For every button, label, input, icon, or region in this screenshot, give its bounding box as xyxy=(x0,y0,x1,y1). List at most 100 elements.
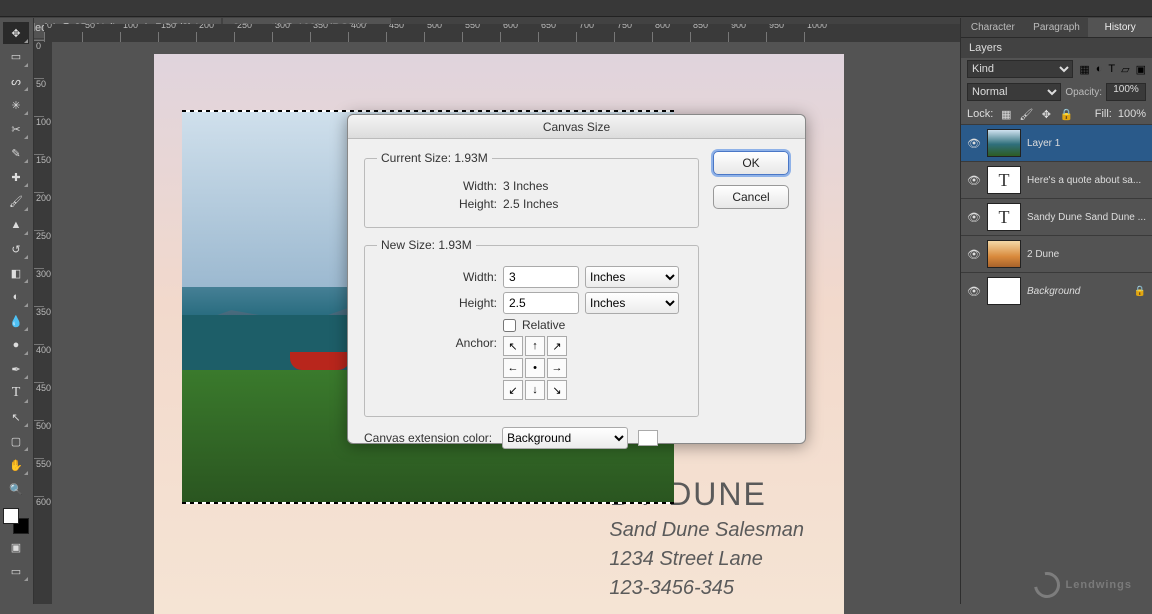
quickmask-toggle[interactable]: ▣ xyxy=(3,536,29,558)
eraser-tool[interactable]: ◧ xyxy=(3,262,29,284)
visibility-icon[interactable]: 👁 xyxy=(967,211,981,224)
tab-character[interactable]: Character xyxy=(961,18,1025,37)
extension-color-swatch[interactable] xyxy=(638,430,658,446)
watermark-text: Lendwings xyxy=(1066,579,1132,591)
anchor-se[interactable]: ↘ xyxy=(547,380,567,400)
path-tool[interactable]: ↖ xyxy=(3,406,29,428)
layer-row[interactable]: 👁 2 Dune xyxy=(961,235,1152,272)
healing-tool[interactable]: ✚ xyxy=(3,166,29,188)
new-width-input[interactable] xyxy=(503,266,579,288)
lock-pixels-icon[interactable]: 🖌 xyxy=(1019,107,1033,121)
height-unit-select[interactable]: Inches xyxy=(585,292,679,314)
blend-mode-select[interactable]: Normal xyxy=(967,83,1061,101)
ruler-horizontal: 0501001502002503003504004505005506006507… xyxy=(44,24,960,42)
dodge-tool[interactable]: ● xyxy=(3,334,29,356)
layer-row[interactable]: 👁 T Here's a quote about sa... xyxy=(961,161,1152,198)
layer-thumb[interactable]: T xyxy=(987,166,1021,194)
layer-row[interactable]: 👁 Layer 1 xyxy=(961,124,1152,161)
selection-marquee xyxy=(182,502,674,504)
hand-tool[interactable]: ✋ xyxy=(3,454,29,476)
pen-tool[interactable]: ✒ xyxy=(3,358,29,380)
relative-checkbox[interactable] xyxy=(503,319,516,332)
anchor-s[interactable]: ↓ xyxy=(525,380,545,400)
tools-panel: ✥ ▭ ᔕ ✳ ✂ ✎ ✚ 🖌 ▲ ↺ ◧ ◐ 💧 ● ✒ T ↖ ▢ ✋ 🔍 … xyxy=(0,18,34,604)
layer-thumb[interactable]: T xyxy=(987,203,1021,231)
layer-thumb[interactable] xyxy=(987,277,1021,305)
anchor-sw[interactable]: ↙ xyxy=(503,380,523,400)
layer-name[interactable]: Background xyxy=(1027,286,1128,297)
anchor-ne[interactable]: ↗ xyxy=(547,336,567,356)
stamp-tool[interactable]: ▲ xyxy=(3,214,29,236)
layers-panel-title[interactable]: Layers xyxy=(961,37,1152,58)
extension-color-select[interactable]: Background xyxy=(502,427,628,449)
lock-trans-icon[interactable]: ▦ xyxy=(999,107,1013,121)
visibility-icon[interactable]: 👁 xyxy=(967,285,981,298)
crop-tool[interactable]: ✂ xyxy=(3,118,29,140)
anchor-label: Anchor: xyxy=(377,336,497,350)
card-address: 1234 Street Lane xyxy=(609,548,804,571)
layer-filter-kind[interactable]: Kind xyxy=(967,60,1073,78)
cur-height-label: Height: xyxy=(377,197,497,211)
zoom-tool[interactable]: 🔍 xyxy=(3,478,29,500)
width-unit-select[interactable]: Inches xyxy=(585,266,679,288)
tab-history[interactable]: History xyxy=(1088,18,1152,37)
fill-value[interactable]: 100% xyxy=(1118,108,1146,120)
gradient-tool[interactable]: ◐ xyxy=(3,286,29,308)
layer-row[interactable]: 👁 Background 🔒 xyxy=(961,272,1152,309)
screenmode-toggle[interactable]: ▭ xyxy=(3,560,29,582)
visibility-icon[interactable]: 👁 xyxy=(967,174,981,187)
layer-name[interactable]: Layer 1 xyxy=(1027,138,1146,149)
fg-color-swatch[interactable] xyxy=(3,508,19,524)
cancel-button[interactable]: Cancel xyxy=(713,185,789,209)
brush-tool[interactable]: 🖌 xyxy=(3,190,29,212)
lock-label: Lock: xyxy=(967,108,993,120)
opacity-value[interactable]: 100% xyxy=(1106,83,1146,101)
layer-name[interactable]: Here's a quote about sa... xyxy=(1027,175,1146,186)
fill-label: Fill: xyxy=(1095,108,1112,120)
layer-row[interactable]: 👁 T Sandy Dune Sand Dune ... xyxy=(961,198,1152,235)
ok-button[interactable]: OK xyxy=(713,151,789,175)
selection-marquee xyxy=(182,110,674,112)
layer-thumb[interactable] xyxy=(987,129,1021,157)
current-size-legend: Current Size: 1.93M xyxy=(377,151,492,165)
current-size-group: Current Size: 1.93M Width:3 Inches Heigh… xyxy=(364,151,699,228)
anchor-w[interactable]: ← xyxy=(503,358,523,378)
layer-thumb[interactable] xyxy=(987,240,1021,268)
options-bar xyxy=(0,0,1152,17)
anchor-c[interactable]: • xyxy=(525,358,545,378)
new-height-input[interactable] xyxy=(503,292,579,314)
type-tool[interactable]: T xyxy=(3,382,29,404)
filter-shape-icon[interactable]: ▱ xyxy=(1121,63,1129,76)
anchor-nw[interactable]: ↖ xyxy=(503,336,523,356)
filter-type-icon[interactable]: T xyxy=(1108,63,1115,75)
history-brush-tool[interactable]: ↺ xyxy=(3,238,29,260)
color-swatches[interactable] xyxy=(3,508,29,534)
wand-tool[interactable]: ✳ xyxy=(3,94,29,116)
layer-name[interactable]: 2 Dune xyxy=(1027,249,1146,260)
anchor-n[interactable]: ↑ xyxy=(525,336,545,356)
lasso-tool[interactable]: ᔕ xyxy=(3,70,29,92)
lock-all-icon[interactable]: 🔒 xyxy=(1059,107,1073,121)
eyedropper-tool[interactable]: ✎ xyxy=(3,142,29,164)
filter-pixel-icon[interactable]: ▦ xyxy=(1079,63,1089,76)
extension-color-label: Canvas extension color: xyxy=(364,431,492,445)
new-size-legend: New Size: 1.93M xyxy=(377,238,476,252)
tab-paragraph[interactable]: Paragraph xyxy=(1025,18,1089,37)
visibility-icon[interactable]: 👁 xyxy=(967,137,981,150)
blur-tool[interactable]: 💧 xyxy=(3,310,29,332)
cur-width-value: 3 Inches xyxy=(503,179,548,193)
layer-name[interactable]: Sandy Dune Sand Dune ... xyxy=(1027,212,1146,223)
lock-icon: 🔒 xyxy=(1134,286,1146,297)
opacity-label: Opacity: xyxy=(1065,87,1102,98)
move-tool[interactable]: ✥ xyxy=(3,22,29,44)
filter-adjust-icon[interactable]: ◐ xyxy=(1096,63,1103,75)
visibility-icon[interactable]: 👁 xyxy=(967,248,981,261)
anchor-e[interactable]: → xyxy=(547,358,567,378)
marquee-tool[interactable]: ▭ xyxy=(3,46,29,68)
anchor-grid[interactable]: ↖ ↑ ↗ ← • → ↙ ↓ ↘ xyxy=(503,336,567,400)
lock-pos-icon[interactable]: ✥ xyxy=(1039,107,1053,121)
panel-group-tabs: Character Paragraph History xyxy=(961,18,1152,37)
filter-smart-icon[interactable]: ▣ xyxy=(1136,63,1146,76)
ruler-vertical: 050100150200250300350400450500550600 xyxy=(34,40,52,604)
shape-tool[interactable]: ▢ xyxy=(3,430,29,452)
